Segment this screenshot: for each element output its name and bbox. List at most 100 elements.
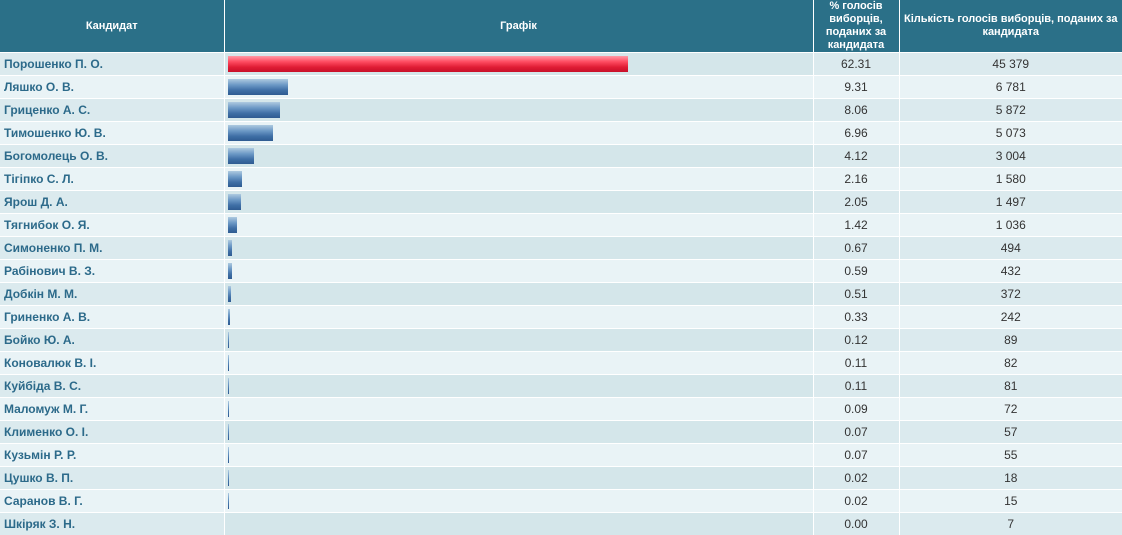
table-row: Симоненко П. М.0.67494 [0, 237, 1122, 260]
bar-cell [224, 306, 813, 329]
table-row: Куйбіда В. С.0.1181 [0, 375, 1122, 398]
candidate-name: Тягнибок О. Я. [0, 214, 224, 237]
percent-value: 0.11 [813, 352, 899, 375]
vote-bar [228, 217, 237, 233]
bar-cell [224, 467, 813, 490]
vote-bar [228, 355, 229, 371]
votes-value: 55 [899, 444, 1122, 467]
candidate-name: Гриненко А. В. [0, 306, 224, 329]
vote-bar [228, 424, 229, 440]
votes-value: 6 781 [899, 76, 1122, 99]
percent-value: 0.67 [813, 237, 899, 260]
percent-value: 0.51 [813, 283, 899, 306]
header-row: Кандидат Графік % голосів виборців, пода… [0, 0, 1122, 53]
percent-value: 0.09 [813, 398, 899, 421]
table-row: Гриценко А. С.8.065 872 [0, 99, 1122, 122]
table-row: Бойко Ю. А. 0.1289 [0, 329, 1122, 352]
table-row: Добкін М. М.0.51372 [0, 283, 1122, 306]
header-chart: Графік [224, 0, 813, 53]
table-row: Кузьмін Р. Р.0.0755 [0, 444, 1122, 467]
bar-cell [224, 260, 813, 283]
bar-cell [224, 375, 813, 398]
bar-cell [224, 168, 813, 191]
vote-bar [228, 378, 229, 394]
bar-cell [224, 421, 813, 444]
votes-value: 89 [899, 329, 1122, 352]
percent-value: 9.31 [813, 76, 899, 99]
votes-value: 372 [899, 283, 1122, 306]
table-row: Саранов В. Г. 0.0215 [0, 490, 1122, 513]
votes-value: 82 [899, 352, 1122, 375]
table-row: Ярош Д. А.2.051 497 [0, 191, 1122, 214]
vote-bar [228, 332, 229, 348]
percent-value: 0.07 [813, 421, 899, 444]
table-row: Гриненко А. В. 0.33242 [0, 306, 1122, 329]
results-table: Кандидат Графік % голосів виборців, пода… [0, 0, 1122, 535]
votes-value: 5 872 [899, 99, 1122, 122]
percent-value: 2.16 [813, 168, 899, 191]
candidate-name: Ярош Д. А. [0, 191, 224, 214]
candidate-name: Клименко О. І. [0, 421, 224, 444]
candidate-name: Маломуж М. Г. [0, 398, 224, 421]
candidate-name: Бойко Ю. А. [0, 329, 224, 352]
candidate-name: Ляшко О. В. [0, 76, 224, 99]
table-row: Маломуж М. Г.0.0972 [0, 398, 1122, 421]
vote-bar [228, 56, 628, 72]
bar-cell [224, 53, 813, 76]
votes-value: 1 036 [899, 214, 1122, 237]
header-votes: Кількість голосів виборців, поданих за к… [899, 0, 1122, 53]
candidate-name: Цушко В. П. [0, 467, 224, 490]
results-body: Порошенко П. О.62.3145 379Ляшко О. В. 9.3… [0, 53, 1122, 535]
bar-cell [224, 329, 813, 352]
vote-bar [228, 79, 288, 95]
header-candidate: Кандидат [0, 0, 224, 53]
table-row: Рабінович В. З.0.59432 [0, 260, 1122, 283]
vote-bar [228, 194, 241, 210]
percent-value: 0.59 [813, 260, 899, 283]
percent-value: 0.33 [813, 306, 899, 329]
table-row: Тимошенко Ю. В.6.965 073 [0, 122, 1122, 145]
votes-value: 1 497 [899, 191, 1122, 214]
votes-value: 494 [899, 237, 1122, 260]
vote-bar [228, 493, 229, 509]
candidate-name: Коновалюк В. І. [0, 352, 224, 375]
percent-value: 8.06 [813, 99, 899, 122]
percent-value: 4.12 [813, 145, 899, 168]
bar-cell [224, 99, 813, 122]
table-row: Тігіпко С. Л. 2.161 580 [0, 168, 1122, 191]
vote-bar [228, 401, 229, 417]
vote-bar [228, 171, 242, 187]
votes-value: 242 [899, 306, 1122, 329]
candidate-name: Шкіряк З. Н. [0, 513, 224, 535]
bar-cell [224, 191, 813, 214]
bar-cell [224, 145, 813, 168]
bar-cell [224, 122, 813, 145]
percent-value: 0.12 [813, 329, 899, 352]
percent-value: 0.00 [813, 513, 899, 535]
votes-value: 1 580 [899, 168, 1122, 191]
bar-cell [224, 513, 813, 535]
bar-cell [224, 237, 813, 260]
bar-cell [224, 214, 813, 237]
table-row: Шкіряк З. Н.0.007 [0, 513, 1122, 535]
table-row: Ляшко О. В. 9.316 781 [0, 76, 1122, 99]
votes-value: 18 [899, 467, 1122, 490]
candidate-name: Тігіпко С. Л. [0, 168, 224, 191]
vote-bar [228, 286, 231, 302]
percent-value: 0.11 [813, 375, 899, 398]
bar-cell [224, 444, 813, 467]
candidate-name: Саранов В. Г. [0, 490, 224, 513]
vote-bar [228, 309, 230, 325]
table-row: Коновалюк В. І. 0.1182 [0, 352, 1122, 375]
votes-value: 15 [899, 490, 1122, 513]
table-row: Порошенко П. О.62.3145 379 [0, 53, 1122, 76]
bar-cell [224, 283, 813, 306]
vote-bar [228, 240, 232, 256]
votes-value: 81 [899, 375, 1122, 398]
table-row: Тягнибок О. Я.1.421 036 [0, 214, 1122, 237]
percent-value: 62.31 [813, 53, 899, 76]
votes-value: 3 004 [899, 145, 1122, 168]
table-row: Клименко О. І.0.0757 [0, 421, 1122, 444]
percent-value: 0.02 [813, 490, 899, 513]
header-percent: % голосів виборців, поданих за кандидата [813, 0, 899, 53]
